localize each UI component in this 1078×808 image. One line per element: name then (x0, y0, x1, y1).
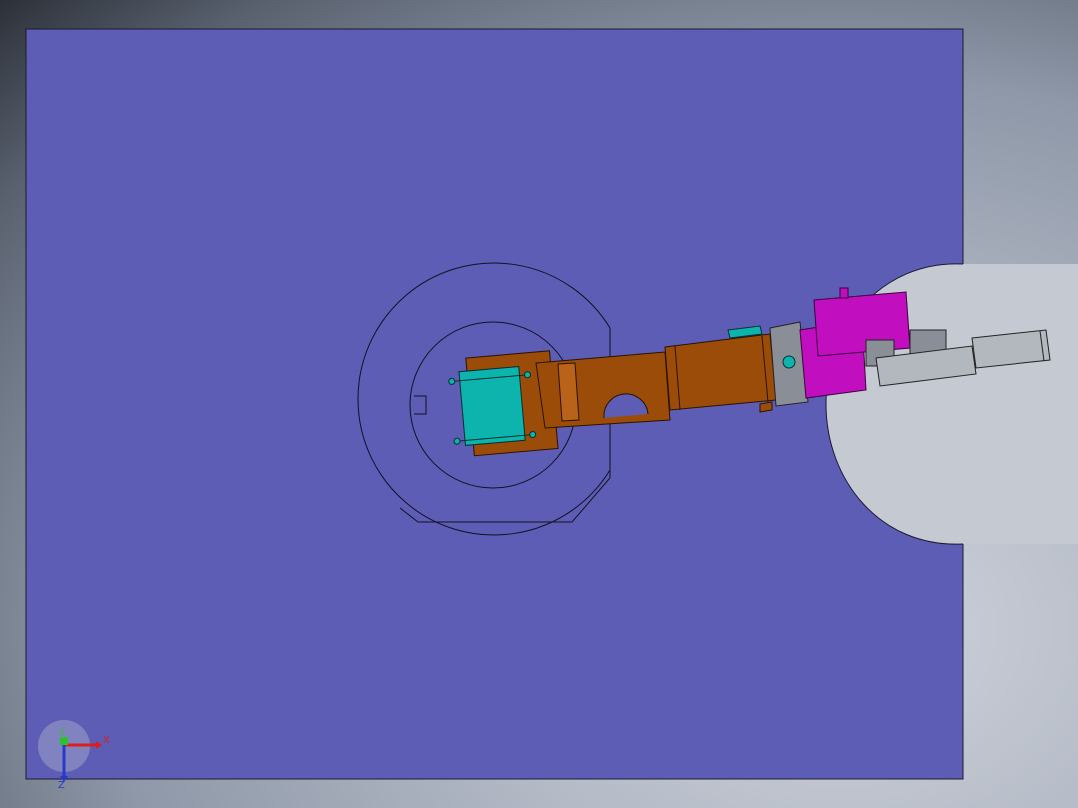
z-axis-label: Z (58, 780, 65, 791)
arm-link-upper[interactable] (664, 333, 777, 413)
graphics-viewport[interactable]: X Y Z (0, 0, 1078, 808)
x-axis-label: X (103, 735, 110, 746)
arm-link-lower[interactable] (535, 351, 671, 429)
y-axis-label: Y (58, 728, 66, 739)
model-scene[interactable]: X Y Z (0, 0, 1078, 808)
